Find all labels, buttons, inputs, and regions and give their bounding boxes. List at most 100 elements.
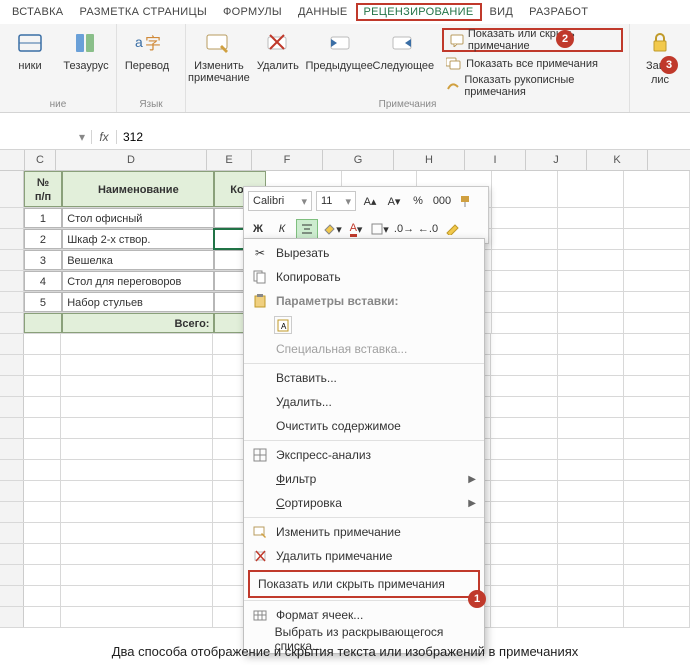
decrease-font-icon[interactable]: A▾ <box>384 192 404 210</box>
select-all-corner[interactable] <box>0 150 25 170</box>
table-cell-num[interactable]: 1 <box>24 208 62 228</box>
percent-icon[interactable]: % <box>408 192 428 210</box>
protect-sheet-button[interactable]: Защи лис <box>636 28 684 86</box>
edit-comment-button[interactable]: Изменить примечание <box>192 28 246 84</box>
delete-comment-icon <box>263 28 293 58</box>
clipboard-icon <box>252 293 268 309</box>
tab-data[interactable]: ДАННЫЕ <box>290 3 356 21</box>
col-header-d[interactable]: D <box>56 150 207 170</box>
table-cell-name[interactable]: Шкаф 2-х створ. <box>62 229 214 249</box>
table-cell-name[interactable]: Набор стульев <box>62 292 214 312</box>
lock-icon <box>645 28 675 58</box>
formula-input[interactable] <box>117 130 690 144</box>
menu-paste-values[interactable]: A <box>244 313 484 337</box>
font-size-select[interactable]: 11▾ <box>316 191 356 211</box>
menu-filter[interactable]: ФФильтрильтр▶ <box>244 467 484 491</box>
col-header-j[interactable]: J <box>526 150 587 170</box>
menu-cut[interactable]: ✂ Вырезать <box>244 241 484 265</box>
mini-toolbar: Calibri▾ 11▾ A▴ A▾ % 000 Ж К ▾ A▾ ▾ .0→ … <box>243 186 489 244</box>
edit-comment-icon <box>204 28 234 58</box>
show-hide-label: Показать или скрыть примечание <box>468 28 615 52</box>
tab-developer[interactable]: РАЗРАБОТ <box>521 3 596 21</box>
col-header-c[interactable]: C <box>25 150 56 170</box>
row-header[interactable] <box>0 250 24 270</box>
menu-copy[interactable]: Копировать <box>244 265 484 289</box>
align-center-icon[interactable] <box>296 219 318 239</box>
show-ink-label: Показать рукописные примечания <box>464 74 619 98</box>
svg-text:a: a <box>135 34 143 50</box>
spelling-label: ники <box>18 60 41 72</box>
menu-format-cells[interactable]: Формат ячеек... <box>244 603 484 627</box>
format-painter-icon[interactable] <box>456 192 476 210</box>
col-header-h[interactable]: H <box>394 150 465 170</box>
show-ink-comments-button[interactable]: Показать рукописные примечания <box>442 76 623 96</box>
callout-badge-1: 1 <box>468 590 486 608</box>
table-cell-name[interactable]: Стол для переговоров <box>62 271 214 291</box>
menu-edit-comment[interactable]: Изменить примечание <box>244 520 484 544</box>
tab-insert[interactable]: ВСТАВКА <box>4 3 71 21</box>
callout-badge-2: 2 <box>556 30 574 48</box>
table-cell-num[interactable]: 2 <box>24 229 62 249</box>
menu-show-hide-comments[interactable]: Показать или скрыть примечания <box>248 570 480 598</box>
table-cell-num[interactable]: 3 <box>24 250 62 270</box>
menu-paste-options: Параметры вставки: <box>244 289 484 313</box>
tab-formulas[interactable]: ФОРМУЛЫ <box>215 3 290 21</box>
font-color-icon[interactable]: A▾ <box>346 220 366 238</box>
show-all-comments-button[interactable]: Показать все примечания <box>442 54 623 74</box>
scissors-icon: ✂ <box>252 245 268 261</box>
copy-icon <box>252 269 268 285</box>
col-header-k[interactable]: K <box>587 150 648 170</box>
name-box-dropdown[interactable]: ▾ <box>73 130 92 144</box>
menu-paste-special: Специальная вставка... <box>244 337 484 361</box>
menu-insert[interactable]: Вставить... <box>244 366 484 390</box>
format-icon[interactable] <box>442 220 462 238</box>
col-header-g[interactable]: G <box>323 150 394 170</box>
thousands-icon[interactable]: 000 <box>432 192 452 210</box>
row-header[interactable] <box>0 171 24 207</box>
edit-comment-label: Изменить примечание <box>188 60 250 84</box>
borders-icon[interactable]: ▾ <box>370 220 390 238</box>
table-cell-name[interactable]: Вешелка <box>62 250 214 270</box>
increase-decimal-icon[interactable]: .0→ <box>394 220 414 238</box>
row-header[interactable] <box>0 208 24 228</box>
callout-badge-3: 3 <box>660 56 678 74</box>
next-comment-icon <box>388 28 418 58</box>
menu-delete-comment[interactable]: Удалить примечание <box>244 544 484 568</box>
table-header-name: Наименование <box>62 171 214 207</box>
table-cell-name[interactable]: Стол офисный <box>62 208 214 228</box>
row-header[interactable] <box>0 292 24 312</box>
show-hide-comment-button[interactable]: Показать или скрыть примечание <box>442 28 623 52</box>
menu-quick-analysis[interactable]: Экспресс-анализ <box>244 443 484 467</box>
col-header-i[interactable]: I <box>465 150 526 170</box>
font-select[interactable]: Calibri▾ <box>248 191 312 211</box>
fx-button[interactable]: fx <box>92 130 117 144</box>
row-header[interactable] <box>0 313 24 333</box>
prev-comment-button[interactable]: Предыдущее <box>310 28 369 72</box>
edit-comment-icon <box>252 524 268 540</box>
tab-page-layout[interactable]: РАЗМЕТКА СТРАНИЦЫ <box>71 3 215 21</box>
increase-font-icon[interactable]: A▴ <box>360 192 380 210</box>
spelling-button[interactable]: ники <box>6 28 54 72</box>
col-header-f[interactable]: F <box>252 150 323 170</box>
menu-sort[interactable]: Сортировка▶ <box>244 491 484 515</box>
italic-button[interactable]: К <box>272 220 292 238</box>
translate-button[interactable]: a字 Перевод <box>123 28 171 72</box>
col-header-e[interactable]: E <box>207 150 252 170</box>
row-header[interactable] <box>0 229 24 249</box>
thesaurus-button[interactable]: Тезаурус <box>62 28 110 72</box>
tab-review[interactable]: РЕЦЕНЗИРОВАНИЕ <box>356 3 482 21</box>
next-comment-button[interactable]: Следующее <box>376 28 430 72</box>
table-cell-num[interactable]: 5 <box>24 292 62 312</box>
decrease-decimal-icon[interactable]: ←.0 <box>418 220 438 238</box>
menu-clear[interactable]: Очистить содержимое <box>244 414 484 438</box>
tab-view[interactable]: ВИД <box>482 3 522 21</box>
row-header[interactable] <box>0 271 24 291</box>
menu-delete[interactable]: Удалить... <box>244 390 484 414</box>
table-cell-num[interactable]: 4 <box>24 271 62 291</box>
thesaurus-icon <box>71 28 101 58</box>
fill-color-icon[interactable]: ▾ <box>322 220 342 238</box>
bold-button[interactable]: Ж <box>248 220 268 238</box>
delete-comment-button[interactable]: Удалить <box>254 28 302 72</box>
protect-sub: лис <box>651 74 669 86</box>
table-total-label[interactable]: Всего: <box>62 313 214 333</box>
